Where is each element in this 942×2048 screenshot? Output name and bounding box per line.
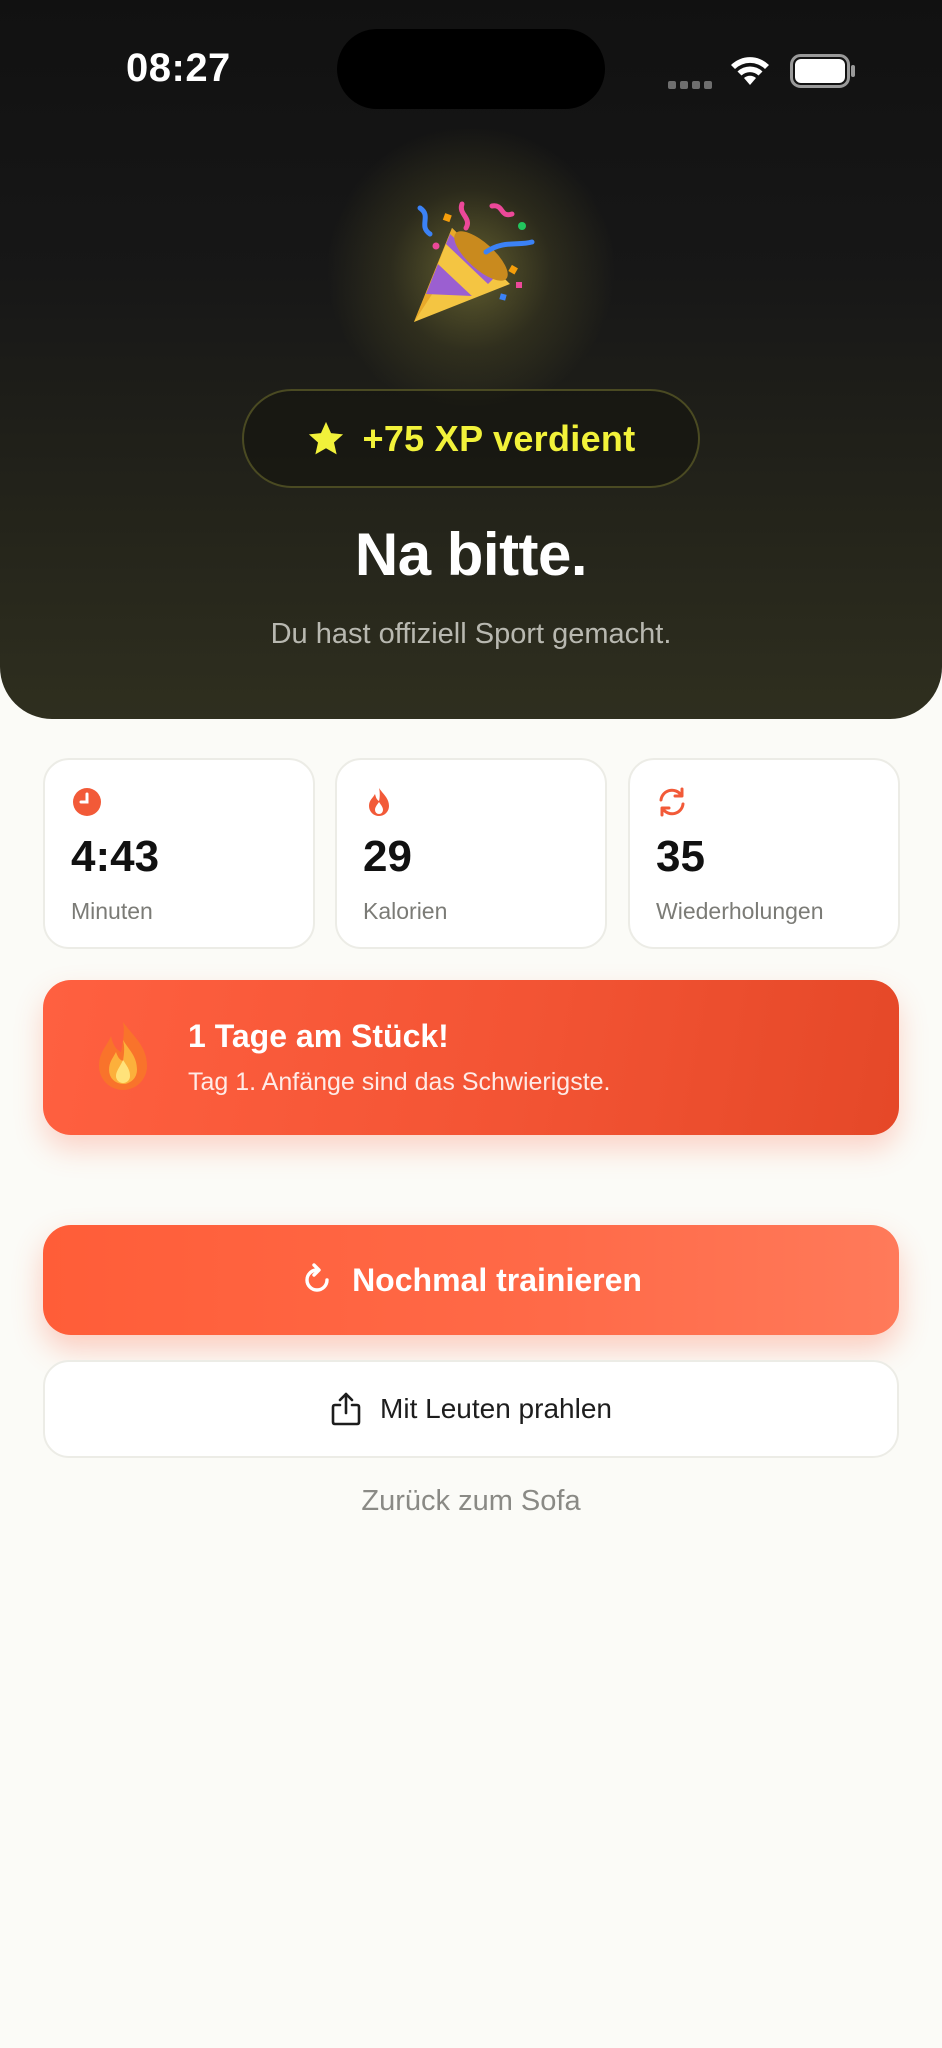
share-label: Mit Leuten prahlen [380,1393,612,1424]
share-button[interactable]: Mit Leuten prahlen [43,1360,899,1458]
hero-header: 08:27 +75 XP verdient Na bitte. Du hast … [0,0,942,719]
streak-subtitle: Tag 1. Anfänge sind das Schwierigste. [188,1068,611,1096]
status-time: 08:27 [126,46,231,90]
repeat-icon [659,787,685,817]
streak-title: 1 Tage am Stück! [188,1018,449,1054]
cellular-signal-icon [668,76,716,94]
train-again-label: Nochmal trainieren [352,1261,642,1298]
stat-label: Wiederholungen [656,898,824,924]
wifi-icon [731,57,769,85]
stat-label: Minuten [71,898,153,924]
stat-card-calories: 29 Kalorien [335,758,607,949]
stat-value: 35 [656,832,705,881]
stat-value: 29 [363,832,412,881]
clock-icon [73,788,101,816]
stat-label: Kalorien [363,898,448,924]
workout-complete-screen: 08:27 +75 XP verdient Na bitte. Du hast … [0,0,942,2048]
page-subtitle: Du hast offiziell Sport gemacht. [270,618,672,650]
stat-value: 4:43 [71,832,160,881]
stat-card-repetitions: 35 Wiederholungen [628,758,900,949]
dynamic-island [337,29,605,109]
streak-banner: 1 Tage am Stück! Tag 1. Anfänge sind das… [43,980,899,1135]
train-again-button[interactable]: Nochmal trainieren [43,1225,899,1335]
share-icon [331,1392,361,1426]
battery-icon [790,54,855,88]
star-icon [308,421,343,454]
party-popper-icon [414,201,535,322]
xp-badge: +75 XP verdient [242,389,700,488]
flame-icon [369,788,389,816]
back-to-sofa-link[interactable]: Zurück zum Sofa [0,1485,942,1518]
refresh-icon [305,1263,329,1292]
fire-icon [99,1022,147,1090]
status-icons [666,50,866,90]
xp-badge-label: +75 XP verdient [362,417,636,459]
stat-card-minutes: 4:43 Minuten [43,758,315,949]
page-title: Na bitte. [354,521,588,588]
